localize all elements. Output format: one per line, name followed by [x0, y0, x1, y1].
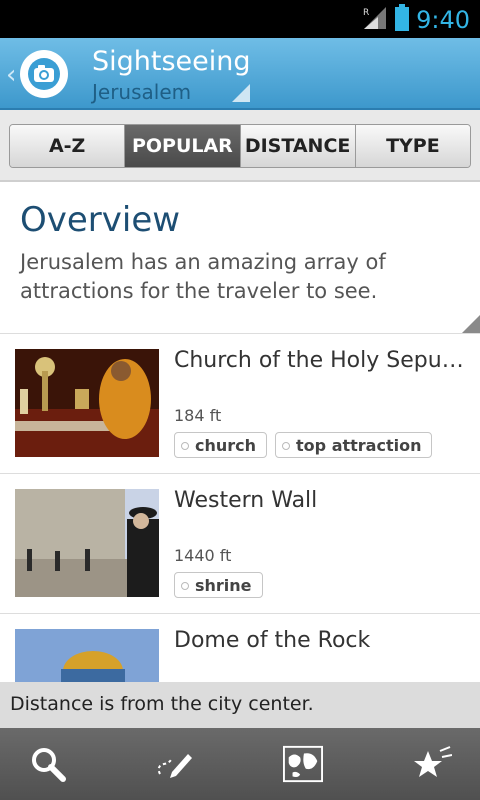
tab-distance[interactable]: DISTANCE — [240, 125, 356, 167]
item-distance: 184 ft — [174, 406, 222, 425]
map-icon[interactable] — [283, 744, 323, 784]
back-chevron-icon[interactable]: ‹ — [6, 60, 16, 90]
list-item[interactable]: Church of the Holy Sepul… 184 ft church … — [0, 334, 480, 474]
action-bar: ‹ Sightseeing Jerusalem — [0, 38, 480, 110]
info-banner: Distance is from the city center. — [0, 682, 480, 728]
expand-corner-icon[interactable] — [462, 315, 480, 333]
search-icon[interactable] — [28, 744, 68, 784]
overview-section[interactable]: Overview Jerusalem has an amazing array … — [0, 184, 480, 334]
status-bar: R 9:40 — [0, 0, 480, 38]
tag-badge[interactable]: shrine — [174, 572, 263, 598]
item-name: Church of the Holy Sepul… — [174, 348, 466, 373]
item-distance: 1440 ft — [174, 546, 232, 565]
status-time: 9:40 — [416, 6, 470, 34]
signal-roaming-icon: R — [362, 5, 388, 35]
sort-tab-bar: A-Z POPULAR DISTANCE TYPE — [0, 110, 480, 182]
western-wall-thumbnail — [15, 489, 159, 597]
list-item[interactable]: Western Wall 1440 ft shrine — [0, 474, 480, 614]
item-name: Dome of the Rock — [174, 628, 371, 653]
overview-text: Jerusalem has an amazing array of attrac… — [20, 250, 386, 303]
dropdown-indicator-icon[interactable] — [232, 84, 250, 102]
tab-type[interactable]: TYPE — [355, 125, 470, 167]
tag-badge[interactable]: church — [174, 432, 268, 458]
page-title: Sightseeing — [92, 46, 251, 77]
tab-a-z[interactable]: A-Z — [10, 125, 126, 167]
tab-popular[interactable]: POPULAR — [125, 125, 241, 167]
city-selector[interactable]: Jerusalem — [92, 80, 191, 104]
edit-route-icon[interactable] — [154, 744, 194, 784]
battery-icon — [394, 4, 410, 36]
tag-badge[interactable]: top attraction — [275, 432, 433, 458]
favorites-star-icon[interactable] — [412, 744, 452, 784]
camera-icon[interactable] — [20, 50, 68, 98]
item-name: Western Wall — [174, 488, 318, 513]
info-text: Distance is from the city center. — [10, 693, 314, 715]
svg-text:R: R — [363, 8, 369, 18]
bottom-navigation — [0, 728, 480, 800]
church-thumbnail — [15, 349, 159, 457]
overview-title: Overview — [20, 200, 181, 240]
